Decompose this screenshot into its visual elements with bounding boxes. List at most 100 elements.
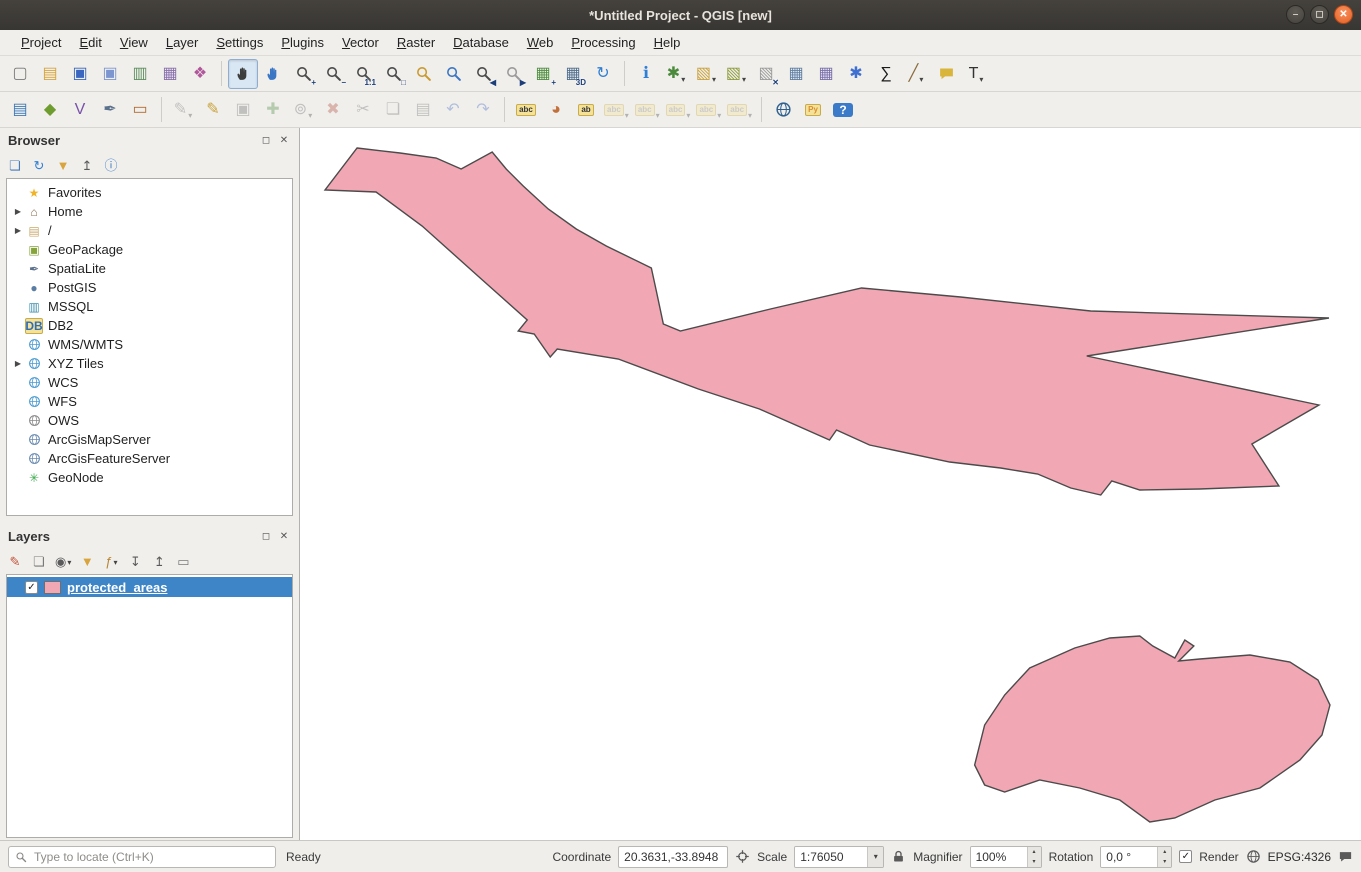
rotation-spin-down-icon[interactable]: ▾ <box>1158 857 1171 867</box>
browser-item-favorites[interactable]: ★Favorites <box>7 183 292 202</box>
open-project-button[interactable]: ▤ <box>35 59 65 89</box>
rotation-spin-up-icon[interactable]: ▴ <box>1158 847 1171 857</box>
browser-item-root-folder[interactable]: ▶▤/ <box>7 221 292 240</box>
rotate-label-button[interactable]: abc▾ <box>693 95 724 125</box>
layer-visibility-checkbox[interactable]: ✓ <box>25 581 38 594</box>
zoom-full-button[interactable]: □ <box>378 59 408 89</box>
expand-all-button[interactable]: ↧ <box>124 550 146 572</box>
crs-icon[interactable] <box>1246 849 1261 864</box>
zoom-last-button[interactable]: ◀ <box>468 59 498 89</box>
paste-features-button[interactable]: ▤ <box>408 95 438 125</box>
change-label-properties-dropdown-icon[interactable]: ▾ <box>747 111 752 124</box>
maximize-button[interactable]: ◻ <box>1310 5 1329 24</box>
copy-features-button[interactable]: ❏ <box>378 95 408 125</box>
pin-unpin-labels-dropdown-icon[interactable]: ▾ <box>624 111 629 124</box>
layers-float-button[interactable]: ◻ <box>259 531 273 542</box>
filter-browser-button[interactable]: ▼ <box>52 154 74 176</box>
show-layout-manager-button[interactable]: ▦ <box>155 59 185 89</box>
new-print-layout-button[interactable]: ▥ <box>125 59 155 89</box>
measure-line-button[interactable]: ╱▾ <box>901 59 931 89</box>
magnifier-spin-down-icon[interactable]: ▾ <box>1028 857 1041 867</box>
layer-item-protected-areas[interactable]: ✓protected_areas <box>7 577 292 597</box>
menu-settings[interactable]: Settings <box>207 32 272 53</box>
expand-arrow-icon[interactable]: ▶ <box>11 207 25 216</box>
scale-combobox[interactable]: ▾ <box>794 846 884 868</box>
save-project-button[interactable]: ▣ <box>65 59 95 89</box>
zoom-to-layer-button[interactable] <box>438 59 468 89</box>
collapse-all-layers-button[interactable]: ↥ <box>148 550 170 572</box>
delete-selected-button[interactable]: ✖ <box>318 95 348 125</box>
browser-item-home[interactable]: ▶⌂Home <box>7 202 292 221</box>
measure-line-dropdown-icon[interactable]: ▾ <box>918 75 923 88</box>
manage-map-themes-button[interactable]: ◉▾ <box>52 550 74 572</box>
magnifier-spin-up-icon[interactable]: ▴ <box>1028 847 1041 857</box>
browser-item-ows[interactable]: OWS <box>7 411 292 430</box>
highlight-pinned-labels-button[interactable]: ab <box>571 95 601 125</box>
browser-item-wfs[interactable]: WFS <box>7 392 292 411</box>
filter-legend-button[interactable]: ▼ <box>76 550 98 572</box>
menu-project[interactable]: Project <box>12 32 70 53</box>
menu-layer[interactable]: Layer <box>157 32 208 53</box>
enable-properties-widget-button[interactable]: ⓘ <box>100 154 122 176</box>
menu-web[interactable]: Web <box>518 32 563 53</box>
browser-item-spatialite[interactable]: ✒SpatiaLite <box>7 259 292 278</box>
new-geopackage-layer-button[interactable]: ◆ <box>35 95 65 125</box>
layer-diagram-options-button[interactable]: ◕ <box>541 95 571 125</box>
zoom-in-button[interactable]: + <box>288 59 318 89</box>
menu-plugins[interactable]: Plugins <box>272 32 333 53</box>
browser-item-mssql[interactable]: ▥MSSQL <box>7 297 292 316</box>
select-features-by-value-dropdown-icon[interactable]: ▾ <box>741 75 746 88</box>
scale-input[interactable] <box>795 847 867 867</box>
browser-item-wms-wmts[interactable]: WMS/WMTS <box>7 335 292 354</box>
deselect-features-button[interactable]: ▧✕ <box>751 59 781 89</box>
rotation-spinbox[interactable]: ▴ ▾ <box>1100 846 1172 868</box>
show-hide-labels-button[interactable]: abc▾ <box>632 95 663 125</box>
zoom-to-selection-button[interactable] <box>408 59 438 89</box>
new-3d-map-view-button[interactable]: ▦3D <box>558 59 588 89</box>
current-edits-button[interactable]: ✎▾ <box>168 95 198 125</box>
browser-item-arcgis-feature-server[interactable]: ArcGisFeatureServer <box>7 449 292 468</box>
browser-item-geopackage[interactable]: ▣GeoPackage <box>7 240 292 259</box>
collapse-all-button[interactable]: ↥ <box>76 154 98 176</box>
help-contents-button[interactable]: ? <box>828 95 858 125</box>
new-map-view-button[interactable]: ▦+ <box>528 59 558 89</box>
crs-value[interactable]: EPSG:4326 <box>1268 850 1331 864</box>
new-spatialite-layer-button[interactable]: ✒ <box>95 95 125 125</box>
refresh-browser-button[interactable]: ↻ <box>28 154 50 176</box>
select-features-dropdown-icon[interactable]: ▾ <box>711 75 716 88</box>
processing-toolbox-button[interactable]: ✱ <box>841 59 871 89</box>
identify-features-button[interactable]: ℹ <box>631 59 661 89</box>
browser-item-xyz-tiles[interactable]: ▶XYZ Tiles <box>7 354 292 373</box>
run-feature-action-dropdown-icon[interactable]: ▾ <box>680 75 685 88</box>
menu-raster[interactable]: Raster <box>388 32 444 53</box>
zoom-native-button[interactable]: 1:1 <box>348 59 378 89</box>
select-features-by-value-button[interactable]: ▧▾ <box>721 59 751 89</box>
rotate-label-dropdown-icon[interactable]: ▾ <box>716 111 721 124</box>
browser-float-button[interactable]: ◻ <box>259 135 273 146</box>
browser-close-button[interactable]: ✕ <box>277 135 291 146</box>
open-field-calculator-button[interactable]: ▦ <box>811 59 841 89</box>
text-annotation-button[interactable]: T▾ <box>961 59 991 89</box>
render-checkbox[interactable]: ✓ <box>1179 850 1192 863</box>
menu-help[interactable]: Help <box>645 32 690 53</box>
python-console-button[interactable]: Py <box>798 95 828 125</box>
browser-item-wcs[interactable]: WCS <box>7 373 292 392</box>
menu-view[interactable]: View <box>111 32 157 53</box>
undo-button[interactable]: ↶ <box>438 95 468 125</box>
new-shapefile-layer-button[interactable]: V <box>65 95 95 125</box>
refresh-button[interactable]: ↻ <box>588 59 618 89</box>
pin-unpin-labels-button[interactable]: abc▾ <box>601 95 632 125</box>
pan-map-button[interactable] <box>228 59 258 89</box>
vertex-tool-button[interactable]: ⊚▾ <box>288 95 318 125</box>
pan-map-to-selection-button[interactable] <box>258 59 288 89</box>
locator-input[interactable] <box>8 846 276 868</box>
close-button[interactable]: ✕ <box>1334 5 1353 24</box>
show-hide-labels-dropdown-icon[interactable]: ▾ <box>655 111 660 124</box>
filter-legend-by-expression-button[interactable]: ƒ▾ <box>100 550 122 572</box>
menu-processing[interactable]: Processing <box>562 32 644 53</box>
save-layer-edits-button[interactable]: ▣ <box>228 95 258 125</box>
vertex-tool-dropdown-icon[interactable]: ▾ <box>307 111 312 124</box>
map-tips-button[interactable] <box>931 59 961 89</box>
layers-close-button[interactable]: ✕ <box>277 531 291 542</box>
scale-dropdown-icon[interactable]: ▾ <box>867 847 883 867</box>
